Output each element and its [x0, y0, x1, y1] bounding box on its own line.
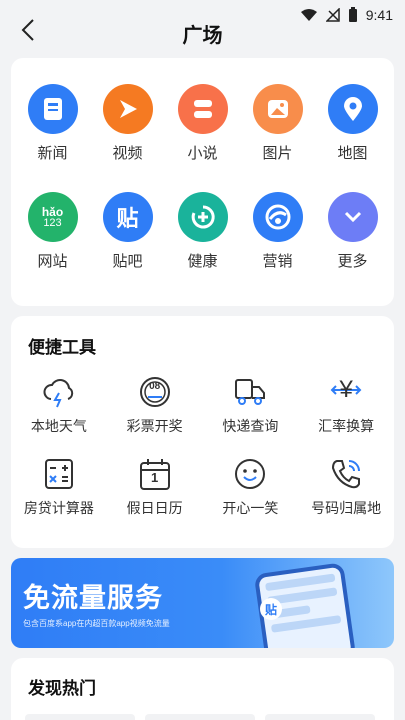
- tool-phone-location[interactable]: 号码归属地: [298, 454, 394, 526]
- tool-label: 房贷计算器: [23, 500, 94, 516]
- news-icon: [27, 84, 78, 134]
- banner-bubble: 贴: [260, 598, 282, 620]
- hot-item[interactable]: [145, 714, 255, 720]
- app-news[interactable]: 新闻: [15, 84, 90, 180]
- tool-exchange[interactable]: ¥ 汇率换算: [298, 372, 394, 444]
- hao123-top-text: hǎo: [41, 204, 64, 219]
- marketing-icon: [252, 192, 303, 242]
- smile-icon: [230, 454, 270, 494]
- hot-title: 发现热门: [28, 679, 96, 698]
- app-label: 网站: [37, 253, 68, 270]
- tool-label: 本地天气: [30, 418, 87, 434]
- hao123-bottom-text: 123: [43, 216, 62, 229]
- back-arrow-icon: [21, 19, 34, 41]
- tool-label: 快递查询: [222, 418, 279, 434]
- play-icon: [102, 84, 153, 134]
- app-video[interactable]: 视频: [90, 84, 165, 180]
- page-title: 广场: [182, 24, 223, 47]
- tool-label: 开心一笑: [222, 500, 279, 516]
- app-label: 健康: [187, 253, 218, 270]
- calendar-day: 1: [151, 470, 159, 485]
- app-label: 小说: [187, 145, 218, 162]
- back-button[interactable]: [14, 16, 42, 44]
- tool-weather[interactable]: 本地天气: [11, 372, 107, 444]
- top-bar: 广场: [0, 10, 405, 50]
- tools-card: 便捷工具 本地天气 08 彩票开奖 快递查询 ¥ 汇率换算 房贷计算器 1 假日…: [11, 316, 394, 548]
- image-icon: [252, 84, 303, 134]
- app-more[interactable]: 更多: [315, 192, 390, 288]
- hao123-icon: hǎo 123: [27, 192, 78, 242]
- calendar-icon: 1: [135, 454, 175, 494]
- tool-joke[interactable]: 开心一笑: [203, 454, 299, 526]
- exchange-glyph: ¥: [339, 376, 353, 403]
- calculator-icon: [39, 454, 79, 494]
- tool-label: 汇率换算: [318, 418, 375, 434]
- hot-items: [25, 714, 375, 720]
- app-map[interactable]: 地图: [315, 84, 390, 180]
- app-websites[interactable]: hǎo 123 网站: [15, 192, 90, 288]
- lottery-icon: 08: [135, 372, 175, 412]
- exchange-rate-icon: ¥: [326, 372, 366, 412]
- app-tieba[interactable]: 贴 贴吧: [90, 192, 165, 288]
- tieba-icon: 贴: [102, 192, 153, 242]
- tool-label: 号码归属地: [311, 500, 382, 516]
- app-health[interactable]: 健康: [165, 192, 240, 288]
- app-label: 更多: [337, 253, 368, 270]
- hot-item[interactable]: [265, 714, 375, 720]
- tools-title: 便捷工具: [28, 338, 96, 357]
- app-label: 新闻: [37, 145, 68, 162]
- chevron-down-icon: [327, 192, 378, 242]
- app-marketing[interactable]: 营销: [240, 192, 315, 288]
- tool-label: 彩票开奖: [126, 418, 183, 434]
- weather-icon: [39, 372, 79, 412]
- apps-card: 新闻 视频 小说 图片 地图 hǎo 123 网站 贴 贴吧 健康 营销 更多: [11, 58, 394, 306]
- app-label: 图片: [262, 145, 293, 162]
- book-icon: [177, 84, 228, 134]
- phone-call-icon: [326, 454, 366, 494]
- app-label: 视频: [112, 145, 143, 162]
- tool-label: 假日日历: [126, 500, 183, 516]
- app-novel[interactable]: 小说: [165, 84, 240, 180]
- app-label: 营销: [262, 253, 293, 270]
- location-pin-icon: [327, 84, 378, 134]
- app-image[interactable]: 图片: [240, 84, 315, 180]
- tool-lottery[interactable]: 08 彩票开奖: [107, 372, 203, 444]
- app-label: 贴吧: [112, 253, 143, 270]
- health-icon: [177, 192, 228, 242]
- tool-holiday-calendar[interactable]: 1 假日日历: [107, 454, 203, 526]
- hot-card: 发现热门: [11, 658, 394, 720]
- lottery-number: 08: [149, 381, 161, 392]
- app-label: 地图: [337, 145, 368, 162]
- hot-item[interactable]: [25, 714, 135, 720]
- tool-mortgage-calculator[interactable]: 房贷计算器: [11, 454, 107, 526]
- free-data-banner[interactable]: 免流量服务 包含百度系app在内超百款app视频免流量 贴: [11, 558, 394, 648]
- banner-title: 免流量服务: [23, 583, 163, 613]
- tool-delivery[interactable]: 快递查询: [203, 372, 299, 444]
- tieba-glyph: 贴: [116, 206, 139, 231]
- delivery-truck-icon: [230, 372, 270, 412]
- banner-subtitle: 包含百度系app在内超百款app视频免流量: [23, 619, 170, 628]
